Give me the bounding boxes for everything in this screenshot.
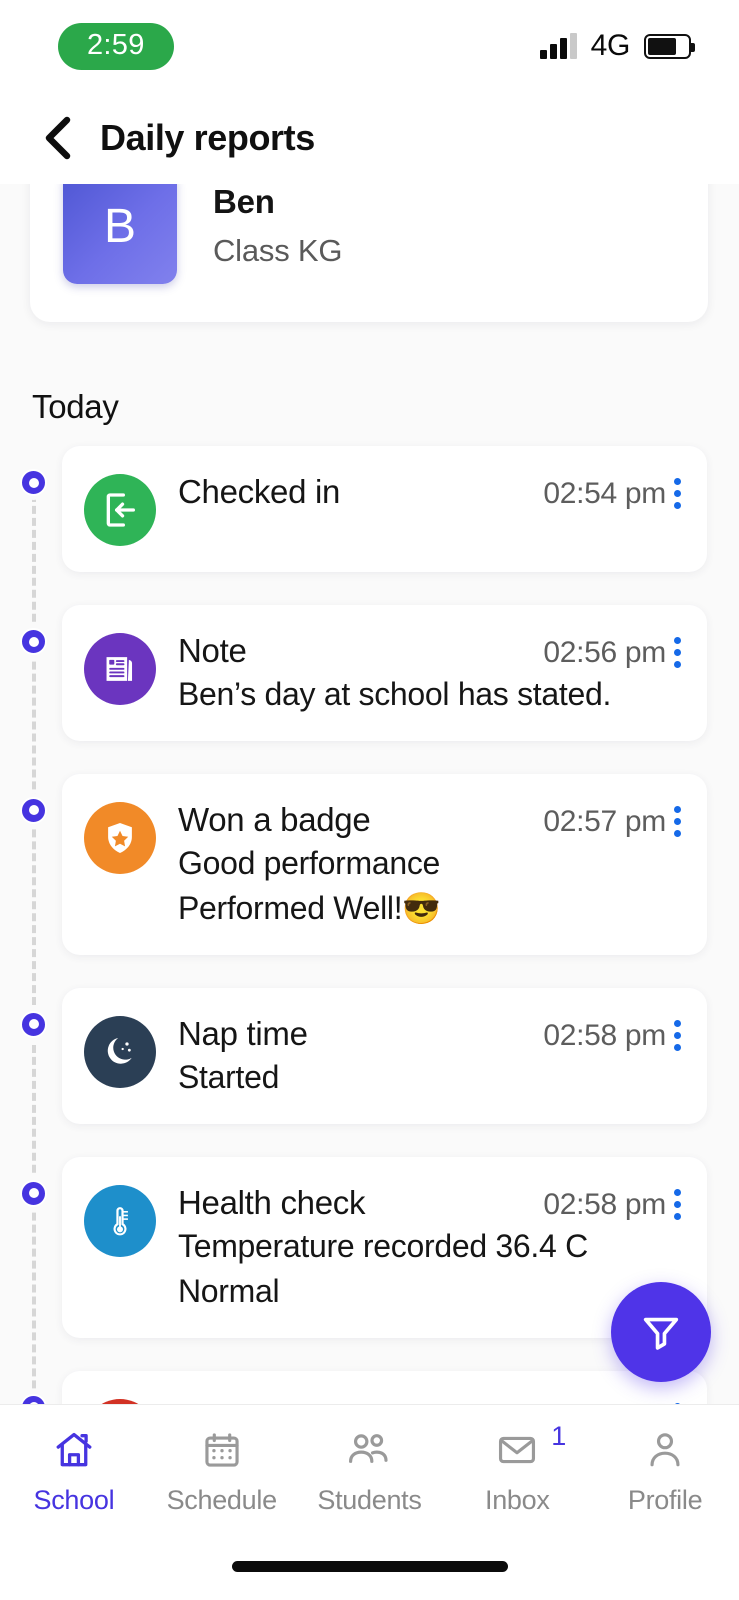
event-detail: Good performance — [178, 844, 441, 881]
timeline-dot — [20, 1179, 47, 1207]
timeline-dot — [20, 796, 47, 824]
status-bar: 2:59 4G — [0, 0, 739, 92]
event-time: 02:56 pm — [543, 636, 666, 669]
event-body: Health check 02:58 pm Temperature record… — [178, 1183, 683, 1312]
filter-funnel-icon — [643, 1317, 679, 1350]
nav-item-school[interactable]: School — [0, 1427, 148, 1516]
event-detail-text: Performed Well! — [178, 889, 403, 926]
nav-label-inbox: Inbox — [485, 1485, 550, 1515]
status-indicators: 4G — [539, 29, 695, 63]
event-detail: Normal — [178, 1272, 280, 1309]
event-time: 02:58 pm — [543, 1187, 666, 1221]
section-header-today: Today — [32, 388, 119, 425]
avatar: B — [63, 184, 177, 284]
kebab-menu-icon[interactable] — [666, 802, 683, 837]
avatar-initial: B — [103, 200, 136, 253]
event-time: 02:54 pm — [543, 477, 666, 510]
events-timeline: Checked in 02:54 pm Note 02:56 pm Ben’s … — [0, 446, 739, 1404]
calendar-icon — [201, 1427, 243, 1473]
signal-bars-icon — [539, 33, 577, 59]
nav-label-school: School — [33, 1485, 115, 1515]
network-type-label: 4G — [590, 29, 631, 62]
event-title: Won a badge — [178, 800, 371, 838]
event-detail: Temperature recorded 36.4 C — [178, 1227, 588, 1264]
inbox-badge-count: 1 — [551, 1421, 567, 1451]
timeline-event[interactable]: Note 02:56 pm Ben’s day at school has st… — [0, 605, 739, 741]
event-card[interactable]: Checked in 02:54 pm — [62, 446, 707, 572]
event-body: Note 02:56 pm Ben’s day at school has st… — [178, 631, 683, 715]
sunglasses-emoji-icon: 😎 — [402, 890, 441, 926]
nav-item-schedule[interactable]: Schedule — [148, 1427, 296, 1516]
student-meta: Ben Class KG — [213, 184, 343, 271]
bottom-navigation: School Schedule Students 1 Inbox Profile — [0, 1404, 739, 1600]
event-title: Nap time — [178, 1014, 308, 1052]
timeline-dot — [20, 469, 47, 496]
nav-item-profile[interactable]: Profile — [591, 1427, 739, 1516]
timeline-event[interactable]: Won a badge 02:57 pm Good performance Pe… — [0, 773, 739, 955]
event-time: 02:58 pm — [543, 1018, 666, 1052]
event-detail: Performed Well!😎 — [178, 888, 668, 929]
event-detail: Started — [178, 1058, 280, 1095]
filter-fab-button[interactable] — [611, 1282, 711, 1382]
phone-screen: 2:59 4G Daily reports B Ben Class KG Tod… — [0, 0, 739, 1600]
student-class: Class KG — [213, 233, 343, 268]
kebab-menu-icon[interactable] — [666, 1185, 683, 1220]
thermometer-icon — [84, 1184, 156, 1257]
timeline-dot — [20, 628, 47, 655]
event-title: Note — [178, 632, 247, 669]
event-body: Checked in 02:54 pm — [178, 472, 683, 511]
nav-label-schedule: Schedule — [166, 1485, 278, 1515]
event-card[interactable]: Won a badge 02:57 pm Good performance Pe… — [62, 773, 707, 955]
home-indicator — [231, 1561, 508, 1572]
event-body: Won a badge 02:57 pm Good performance Pe… — [178, 800, 683, 929]
back-button[interactable] — [34, 115, 80, 161]
timeline-event[interactable]: Checked in 02:54 pm — [0, 446, 739, 572]
event-time: 02:57 pm — [543, 804, 666, 838]
kebab-menu-icon[interactable] — [666, 633, 683, 668]
timeline-dot — [20, 1010, 47, 1038]
event-card[interactable]: Nap time 02:58 pm Started — [62, 987, 707, 1124]
app-header: Daily reports — [0, 92, 739, 184]
event-detail: Ben’s day at school has stated. — [178, 676, 612, 712]
people-icon — [346, 1427, 392, 1473]
timeline-event[interactable]: Nap time 02:58 pm Started — [0, 987, 739, 1124]
nav-item-inbox[interactable]: 1 Inbox — [443, 1423, 591, 1516]
moon-icon — [84, 1015, 156, 1088]
chevron-left-icon — [45, 116, 71, 160]
event-card[interactable]: Health check 02:58 pm Temperature record… — [62, 1156, 707, 1338]
event-body: Nap time 02:58 pm Started — [178, 1014, 683, 1098]
home-icon — [52, 1427, 96, 1473]
daily-report-scroll-area[interactable]: B Ben Class KG Today Checked in 02:54 pm… — [0, 184, 739, 1404]
person-icon — [644, 1427, 686, 1473]
status-clock: 2:59 — [58, 22, 174, 70]
timeline-dot — [20, 1393, 47, 1404]
note-icon — [84, 633, 156, 705]
event-title: Checked in — [178, 473, 341, 510]
nav-label-students: Students — [317, 1485, 422, 1515]
kebab-menu-icon[interactable] — [666, 474, 683, 509]
event-card[interactable]: Diaper time 02:58 pm — [62, 1370, 707, 1404]
page-title: Daily reports — [100, 117, 315, 158]
kebab-menu-icon[interactable] — [666, 1016, 683, 1051]
event-title: Health check — [178, 1183, 366, 1221]
event-card[interactable]: Note 02:56 pm Ben’s day at school has st… — [62, 605, 707, 741]
envelope-icon: 1 — [495, 1423, 566, 1473]
badge-shield-icon — [84, 801, 156, 874]
nav-item-students[interactable]: Students — [296, 1427, 444, 1516]
check-in-icon — [84, 474, 156, 546]
nav-label-profile: Profile — [627, 1485, 703, 1515]
battery-icon — [644, 33, 695, 59]
student-card[interactable]: B Ben Class KG — [30, 184, 708, 322]
student-name: Ben — [213, 184, 275, 220]
timeline-event[interactable]: Diaper time 02:58 pm — [0, 1370, 739, 1404]
event-body: Diaper time 02:58 pm — [178, 1397, 683, 1404]
